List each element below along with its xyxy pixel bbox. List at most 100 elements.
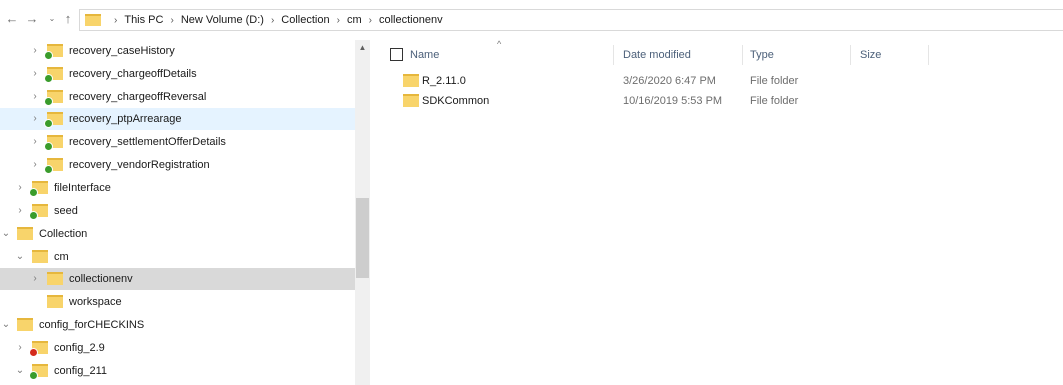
sync-ok-icon bbox=[29, 371, 38, 380]
file-name: SDKCommon bbox=[422, 95, 490, 107]
folder-icon bbox=[403, 94, 419, 107]
breadcrumb-collectionenv[interactable]: collectionenv bbox=[379, 14, 443, 26]
tree-item-collectionenv[interactable]: › collectionenv bbox=[0, 268, 355, 290]
sort-ascending-icon: ^ bbox=[497, 39, 502, 49]
tree-item-recovery-vendorregistration[interactable]: › recovery_vendorRegistration bbox=[0, 154, 355, 176]
chevron-right-icon[interactable]: › bbox=[30, 108, 40, 130]
tree-item-label: recovery_chargeoffDetails bbox=[69, 68, 197, 80]
file-list: ^ Name Date modified Type Size R_2.11.0 … bbox=[370, 39, 1063, 385]
folder-icon bbox=[44, 112, 63, 128]
breadcrumb-separator-icon[interactable]: › bbox=[170, 15, 173, 26]
folder-icon bbox=[17, 318, 33, 331]
tree-item-label: fileInterface bbox=[54, 182, 111, 194]
chevron-right-icon[interactable]: › bbox=[15, 337, 25, 359]
sync-ok-icon bbox=[44, 165, 53, 174]
tree-item-config-forcheckins[interactable]: ⌄ config_forCHECKINS bbox=[0, 314, 355, 336]
tree-item-recovery-casehistory[interactable]: › recovery_caseHistory bbox=[0, 40, 355, 62]
address-toolbar: ← → ⌄ ↑ › This PC › New Volume (D:) › Co… bbox=[0, 0, 1063, 40]
tree-item-recovery-chargeoffreversal[interactable]: › recovery_chargeoffReversal bbox=[0, 86, 355, 108]
sync-ok-icon bbox=[44, 51, 53, 60]
sync-ok-icon bbox=[29, 188, 38, 197]
chevron-down-icon[interactable]: ⌄ bbox=[1, 314, 11, 336]
tree-scrollbar[interactable]: ▲ bbox=[355, 40, 370, 385]
sync-ok-icon bbox=[29, 211, 38, 220]
sync-error-icon bbox=[29, 348, 38, 357]
column-divider[interactable] bbox=[742, 45, 743, 65]
folder-icon bbox=[29, 364, 48, 380]
tree-item-label: Collection bbox=[39, 228, 88, 240]
tree-item-config-211[interactable]: ⌄ config_211 bbox=[0, 360, 355, 382]
select-all-checkbox[interactable] bbox=[390, 48, 403, 61]
sync-ok-icon bbox=[44, 119, 53, 128]
breadcrumb-separator-icon[interactable]: › bbox=[114, 15, 117, 26]
tree-item-collection[interactable]: ⌄ Collection bbox=[0, 223, 355, 245]
column-divider[interactable] bbox=[850, 45, 851, 65]
tree-item-recovery-chargeoffdetails[interactable]: › recovery_chargeoffDetails bbox=[0, 63, 355, 85]
tree-item-label: recovery_settlementOfferDetails bbox=[69, 136, 226, 148]
folder-icon bbox=[44, 67, 63, 83]
chevron-down-icon[interactable]: ⌄ bbox=[15, 360, 25, 382]
folder-icon bbox=[403, 74, 419, 87]
tree-item-seed[interactable]: › seed bbox=[0, 200, 355, 222]
tree-item-workspace[interactable]: workspace bbox=[0, 291, 355, 313]
address-bar[interactable]: › This PC › New Volume (D:) › Collection… bbox=[79, 9, 1063, 31]
breadcrumb-separator-icon[interactable]: › bbox=[271, 15, 274, 26]
folder-icon bbox=[47, 272, 63, 285]
tree-item-recovery-ptparrearage[interactable]: › recovery_ptpArrearage bbox=[0, 108, 355, 130]
file-type: File folder bbox=[750, 95, 799, 107]
tree-item-label: collectionenv bbox=[69, 273, 133, 285]
chevron-down-icon[interactable]: ⌄ bbox=[15, 246, 25, 268]
column-divider[interactable] bbox=[928, 45, 929, 65]
folder-icon bbox=[17, 227, 33, 240]
breadcrumb-this-pc[interactable]: This PC bbox=[124, 14, 163, 26]
scrollbar-thumb[interactable] bbox=[356, 198, 369, 278]
sync-ok-icon bbox=[44, 97, 53, 106]
tree-item-recovery-settlementofferdetails[interactable]: › recovery_settlementOfferDetails bbox=[0, 131, 355, 153]
column-header-size[interactable]: Size bbox=[860, 45, 881, 65]
tree-item-label: workspace bbox=[69, 296, 122, 308]
chevron-right-icon[interactable]: › bbox=[15, 200, 25, 222]
folder-icon bbox=[44, 90, 63, 106]
tree-item-label: seed bbox=[54, 205, 78, 217]
breadcrumb-cm[interactable]: cm bbox=[347, 14, 362, 26]
breadcrumb-collection[interactable]: Collection bbox=[281, 14, 329, 26]
breadcrumb-separator-icon[interactable]: › bbox=[369, 15, 372, 26]
up-arrow-icon[interactable]: ↑ bbox=[59, 9, 77, 29]
chevron-right-icon[interactable]: › bbox=[30, 154, 40, 176]
chevron-right-icon[interactable]: › bbox=[30, 63, 40, 85]
column-header-date-modified[interactable]: Date modified bbox=[623, 45, 691, 65]
sync-ok-icon bbox=[44, 142, 53, 151]
tree-item-label: config_211 bbox=[54, 365, 108, 377]
chevron-down-icon[interactable]: ⌄ bbox=[1, 223, 11, 245]
navigation-tree: › recovery_caseHistory › recovery_charge… bbox=[0, 40, 355, 385]
file-row-sdkcommon[interactable]: SDKCommon 10/16/2019 5:53 PM File folder bbox=[370, 91, 1063, 111]
forward-arrow-icon[interactable]: → bbox=[23, 9, 41, 29]
tree-item-label: recovery_chargeoffReversal bbox=[69, 91, 207, 103]
folder-icon bbox=[29, 181, 48, 197]
tree-item-config-2-9[interactable]: › config_2.9 bbox=[0, 337, 355, 359]
breadcrumb-new-volume[interactable]: New Volume (D:) bbox=[181, 14, 264, 26]
folder-icon bbox=[32, 250, 48, 263]
tree-item-fileinterface[interactable]: › fileInterface bbox=[0, 177, 355, 199]
folder-icon bbox=[44, 44, 63, 60]
file-date-modified: 10/16/2019 5:53 PM bbox=[623, 95, 723, 107]
folder-icon bbox=[44, 158, 63, 174]
chevron-right-icon[interactable]: › bbox=[30, 40, 40, 62]
column-header-type[interactable]: Type bbox=[750, 45, 774, 65]
tree-item-label: recovery_caseHistory bbox=[69, 45, 175, 57]
chevron-right-icon[interactable]: › bbox=[30, 268, 40, 290]
chevron-right-icon[interactable]: › bbox=[30, 131, 40, 153]
scroll-up-arrow-icon[interactable]: ▲ bbox=[355, 40, 370, 56]
folder-icon bbox=[29, 204, 48, 220]
folder-icon bbox=[29, 341, 48, 357]
chevron-right-icon[interactable]: › bbox=[15, 177, 25, 199]
breadcrumb-separator-icon[interactable]: › bbox=[337, 15, 340, 26]
back-arrow-icon[interactable]: ← bbox=[3, 9, 21, 29]
file-row-r-2-11-0[interactable]: R_2.11.0 3/26/2020 6:47 PM File folder bbox=[370, 71, 1063, 91]
chevron-right-icon[interactable]: › bbox=[30, 86, 40, 108]
tree-item-label: config_2.9 bbox=[54, 342, 105, 354]
column-header-name[interactable]: Name bbox=[410, 45, 439, 65]
tree-item-cm[interactable]: ⌄ cm bbox=[0, 246, 355, 268]
file-date-modified: 3/26/2020 6:47 PM bbox=[623, 75, 716, 87]
column-divider[interactable] bbox=[613, 45, 614, 65]
